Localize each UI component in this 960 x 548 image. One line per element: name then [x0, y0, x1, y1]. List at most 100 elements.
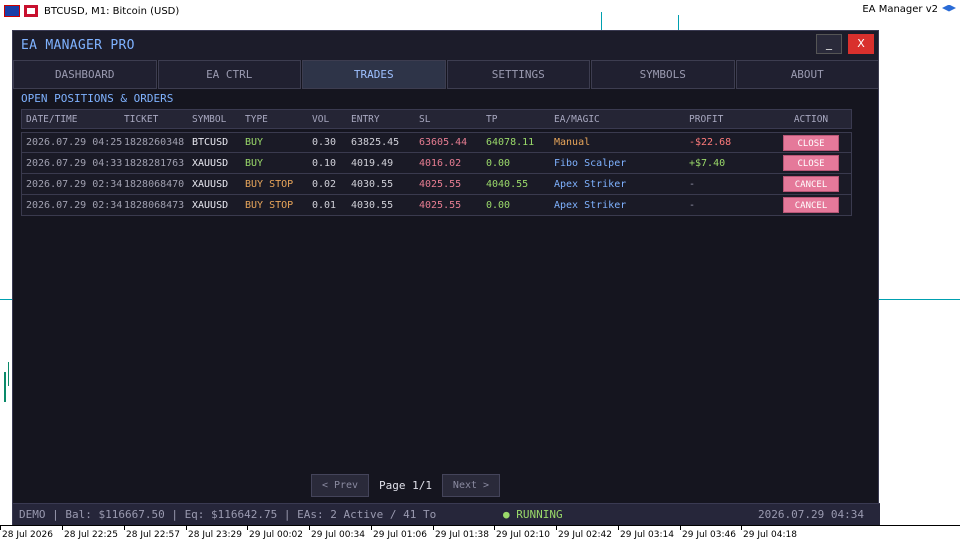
cell-ticket: 1828281763: [124, 157, 185, 169]
close-position-button[interactable]: CLOSE: [783, 155, 839, 171]
next-page-button[interactable]: Next >: [441, 474, 500, 497]
tab-trades[interactable]: TRADES: [302, 60, 446, 89]
cell-tp: 64078.11: [486, 137, 535, 148]
cell-datetime: 2026.07.29 02:34: [26, 199, 123, 211]
col-header-vol: VOL: [312, 113, 330, 125]
close-panel-button[interactable]: X: [848, 34, 874, 54]
cell-tp: 4040.55: [486, 178, 529, 190]
time-tick-mark: [309, 526, 310, 530]
cell-vol: 0.30: [312, 137, 337, 148]
time-tick-mark: [494, 526, 495, 530]
time-tick-label: 29 Jul 01:38: [435, 530, 489, 540]
col-header-symbol: SYMBOL: [192, 113, 227, 125]
table-row: 2026.07.29 04:25 1828260348 BTCUSD BUY 0…: [21, 132, 852, 153]
tab-about[interactable]: ABOUT: [735, 60, 879, 89]
tab-bar: DASHBOARD EA CTRL TRADES SETTINGS SYMBOL…: [13, 60, 880, 89]
cell-datetime: 2026.07.29 04:25: [26, 137, 123, 148]
cell-profit: -: [689, 178, 696, 190]
cancel-order-button[interactable]: CANCEL: [783, 197, 839, 213]
tab-dashboard[interactable]: DASHBOARD: [13, 60, 157, 89]
cell-symbol: XAUUSD: [192, 178, 229, 190]
minimize-button[interactable]: _: [816, 34, 842, 54]
time-tick-mark: [62, 526, 63, 530]
cell-profit: -: [689, 199, 696, 211]
pagination: < Prev Page 1/1 Next >: [311, 474, 500, 497]
section-title: OPEN POSITIONS & ORDERS: [21, 92, 174, 105]
tab-ea-ctrl[interactable]: EA CTRL: [157, 60, 301, 89]
cell-tp: 0.00: [486, 157, 511, 169]
time-tick-label: 28 Jul 22:57: [126, 530, 180, 540]
cell-action: CANCEL: [776, 176, 846, 192]
time-tick-label: 28 Jul 22:25: [64, 530, 118, 540]
cell-datetime: 2026.07.29 02:34: [26, 178, 123, 190]
cell-entry: 4030.55: [351, 178, 394, 190]
ea-label: EA Manager v2: [862, 4, 956, 15]
time-tick-mark: [186, 526, 187, 530]
time-tick-label: 29 Jul 04:18: [743, 530, 797, 540]
table-row: 2026.07.29 02:34 1828068473 XAUUSD BUY S…: [21, 195, 852, 216]
cell-profit: -$22.68: [689, 137, 732, 148]
cell-sl: 4025.55: [419, 178, 462, 190]
chart-titlebar: BTCUSD, M1: Bitcoin (USD): [0, 0, 960, 22]
time-tick-label: 28 Jul 23:29: [188, 530, 242, 540]
cell-entry: 63825.45: [351, 137, 400, 148]
cancel-order-button[interactable]: CANCEL: [783, 176, 839, 192]
cell-ea: Manual: [554, 137, 591, 148]
chart-hline: [0, 299, 12, 300]
close-position-button[interactable]: CLOSE: [783, 134, 839, 151]
chart-vline: [601, 12, 602, 30]
col-header-tp: TP: [486, 113, 498, 125]
time-tick-mark: [556, 526, 557, 530]
tab-symbols[interactable]: SYMBOLS: [591, 60, 735, 89]
time-tick-mark: [124, 526, 125, 530]
graduation-cap-icon: [942, 4, 956, 12]
time-tick-label: 29 Jul 02:10: [496, 530, 550, 540]
col-header-type: TYPE: [245, 113, 268, 125]
time-tick-label: 29 Jul 02:42: [558, 530, 612, 540]
page-indicator: Page 1/1: [379, 479, 432, 492]
time-tick-mark: [247, 526, 248, 530]
cell-type: BUY STOP: [245, 199, 294, 211]
cell-vol: 0.02: [312, 178, 337, 190]
col-header-ticket: TICKET: [124, 113, 159, 125]
terminal-icon: [4, 5, 20, 17]
time-tick-mark: [433, 526, 434, 530]
cell-ea: Apex Striker: [554, 178, 627, 190]
time-tick-label: 29 Jul 00:34: [311, 530, 365, 540]
cell-entry: 4030.55: [351, 199, 394, 211]
cell-action: CLOSE: [776, 155, 846, 171]
status-bar: DEMO | Bal: $116667.50 | Eq: $116642.75 …: [13, 503, 880, 525]
price-candle: [4, 372, 6, 402]
table-header: DATE/TIME TICKET SYMBOL TYPE VOL ENTRY S…: [21, 109, 852, 129]
cell-entry: 4019.49: [351, 157, 394, 169]
status-clock: 2026.07.29 04:34: [758, 508, 864, 521]
cell-ea: Apex Striker: [554, 199, 627, 211]
cell-sl: 4025.55: [419, 199, 462, 211]
col-header-sl: SL: [419, 113, 431, 125]
cell-profit: +$7.40: [689, 157, 726, 169]
cell-ticket: 1828068470: [124, 178, 185, 190]
time-tick-label: 29 Jul 01:06: [373, 530, 427, 540]
col-header-entry: ENTRY: [351, 113, 380, 125]
col-header-profit: PROFIT: [689, 113, 724, 125]
price-candle: [8, 362, 9, 386]
account-summary: DEMO | Bal: $116667.50 | Eq: $116642.75 …: [19, 508, 437, 521]
cell-tp: 0.00: [486, 199, 511, 211]
col-header-datetime: DATE/TIME: [26, 113, 78, 125]
cell-symbol: BTCUSD: [192, 137, 229, 148]
cell-vol: 0.10: [312, 157, 337, 169]
time-tick-mark: [0, 526, 1, 530]
cell-vol: 0.01: [312, 199, 337, 211]
prev-page-button[interactable]: < Prev: [311, 474, 369, 497]
col-header-ea: EA/MAGIC: [554, 113, 600, 125]
tab-settings[interactable]: SETTINGS: [446, 60, 590, 89]
cell-sl: 4016.02: [419, 157, 462, 169]
time-tick-label: 29 Jul 03:14: [620, 530, 674, 540]
time-tick-label: 28 Jul 2026: [2, 530, 53, 540]
chart-icon: [24, 5, 38, 17]
cell-sl: 63605.44: [419, 137, 468, 148]
cell-symbol: XAUUSD: [192, 199, 229, 211]
table-row: 2026.07.29 04:33 1828281763 XAUUSD BUY 0…: [21, 153, 852, 174]
cell-type: BUY: [245, 157, 264, 169]
time-tick-mark: [618, 526, 619, 530]
